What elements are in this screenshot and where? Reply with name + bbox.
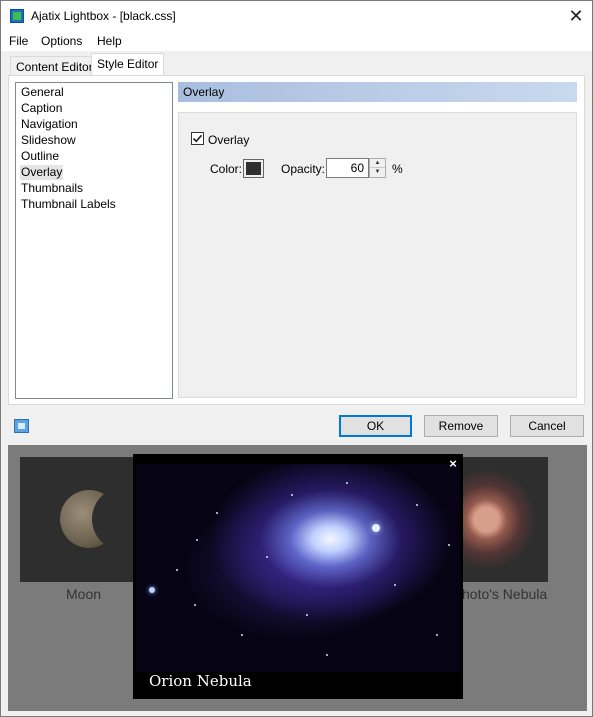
opacity-spinner: ▲ ▼ bbox=[369, 158, 386, 178]
thumbnail-nebula[interactable] bbox=[460, 457, 548, 582]
opacity-label: Opacity: bbox=[281, 162, 326, 176]
title-bar: Ajatix Lightbox - [black.css] ✕ bbox=[1, 1, 592, 31]
star bbox=[416, 504, 418, 506]
lightbox-popup bbox=[133, 454, 463, 699]
lightbox-close-icon[interactable]: × bbox=[447, 457, 459, 470]
star bbox=[326, 654, 328, 656]
overlay-checkbox[interactable] bbox=[191, 132, 204, 145]
opacity-input[interactable]: 60 bbox=[326, 158, 369, 178]
color-label: Color: bbox=[210, 162, 243, 176]
star bbox=[196, 539, 198, 541]
opacity-unit: % bbox=[392, 162, 403, 176]
spin-up-icon[interactable]: ▲ bbox=[370, 159, 385, 168]
cancel-button[interactable]: Cancel bbox=[510, 415, 584, 437]
menu-help[interactable]: Help bbox=[97, 34, 122, 48]
list-item-caption[interactable]: Caption bbox=[21, 101, 62, 116]
list-item-navigation[interactable]: Navigation bbox=[21, 117, 78, 132]
menu-options[interactable]: Options bbox=[41, 34, 82, 48]
window-title: Ajatix Lightbox - [black.css] bbox=[31, 9, 176, 23]
star bbox=[394, 584, 396, 586]
menu-file[interactable]: File bbox=[9, 34, 28, 48]
list-item-slideshow[interactable]: Slideshow bbox=[21, 133, 76, 148]
overlay-settings-group bbox=[178, 112, 577, 398]
checkmark-icon bbox=[192, 134, 203, 143]
star bbox=[266, 556, 268, 558]
star bbox=[448, 544, 450, 546]
section-header: Overlay bbox=[178, 82, 577, 102]
star bbox=[241, 634, 243, 636]
remove-button[interactable]: Remove bbox=[424, 415, 498, 437]
list-item-overlay[interactable]: Overlay bbox=[20, 165, 64, 180]
star bbox=[372, 524, 380, 532]
tab-strip: Content Editor Style Editor bbox=[1, 51, 592, 77]
list-item-thumbnail-labels[interactable]: Thumbnail Labels bbox=[21, 197, 116, 212]
thumbnail-caption-moon: Moon bbox=[66, 586, 102, 602]
thumbnail-moon[interactable] bbox=[20, 457, 156, 582]
list-item-general[interactable]: General bbox=[21, 85, 64, 100]
star bbox=[291, 494, 293, 496]
star bbox=[216, 512, 218, 514]
orion-nebula-image bbox=[136, 464, 460, 672]
preview-window-icon[interactable] bbox=[14, 419, 29, 433]
tab-style-editor[interactable]: Style Editor bbox=[91, 53, 165, 77]
star bbox=[194, 604, 196, 606]
app-window: Ajatix Lightbox - [black.css] ✕ File Opt… bbox=[0, 0, 593, 717]
app-icon bbox=[10, 9, 24, 23]
overlay-checkbox-label[interactable]: Overlay bbox=[208, 133, 249, 147]
menu-bar: File Options Help bbox=[1, 31, 592, 51]
lightbox-caption: Orion Nebula bbox=[149, 672, 252, 690]
color-picker-button[interactable] bbox=[243, 159, 264, 178]
style-category-list[interactable]: General Caption Navigation Slideshow Out… bbox=[15, 82, 173, 399]
color-swatch-fill bbox=[246, 162, 261, 175]
nebula-thumbnail-image bbox=[460, 457, 548, 582]
list-item-outline[interactable]: Outline bbox=[21, 149, 59, 164]
list-item-thumbnails[interactable]: Thumbnails bbox=[21, 181, 83, 196]
star bbox=[306, 614, 308, 616]
star bbox=[436, 634, 438, 636]
thumbnail-caption-nebula: hoto's Nebula bbox=[462, 586, 548, 602]
star bbox=[346, 482, 348, 484]
star bbox=[176, 569, 178, 571]
tab-content-editor[interactable]: Content Editor bbox=[10, 56, 99, 77]
spin-down-icon[interactable]: ▼ bbox=[370, 168, 385, 177]
close-window-button[interactable]: ✕ bbox=[562, 4, 590, 28]
ok-button[interactable]: OK bbox=[339, 415, 412, 437]
star bbox=[149, 587, 155, 593]
